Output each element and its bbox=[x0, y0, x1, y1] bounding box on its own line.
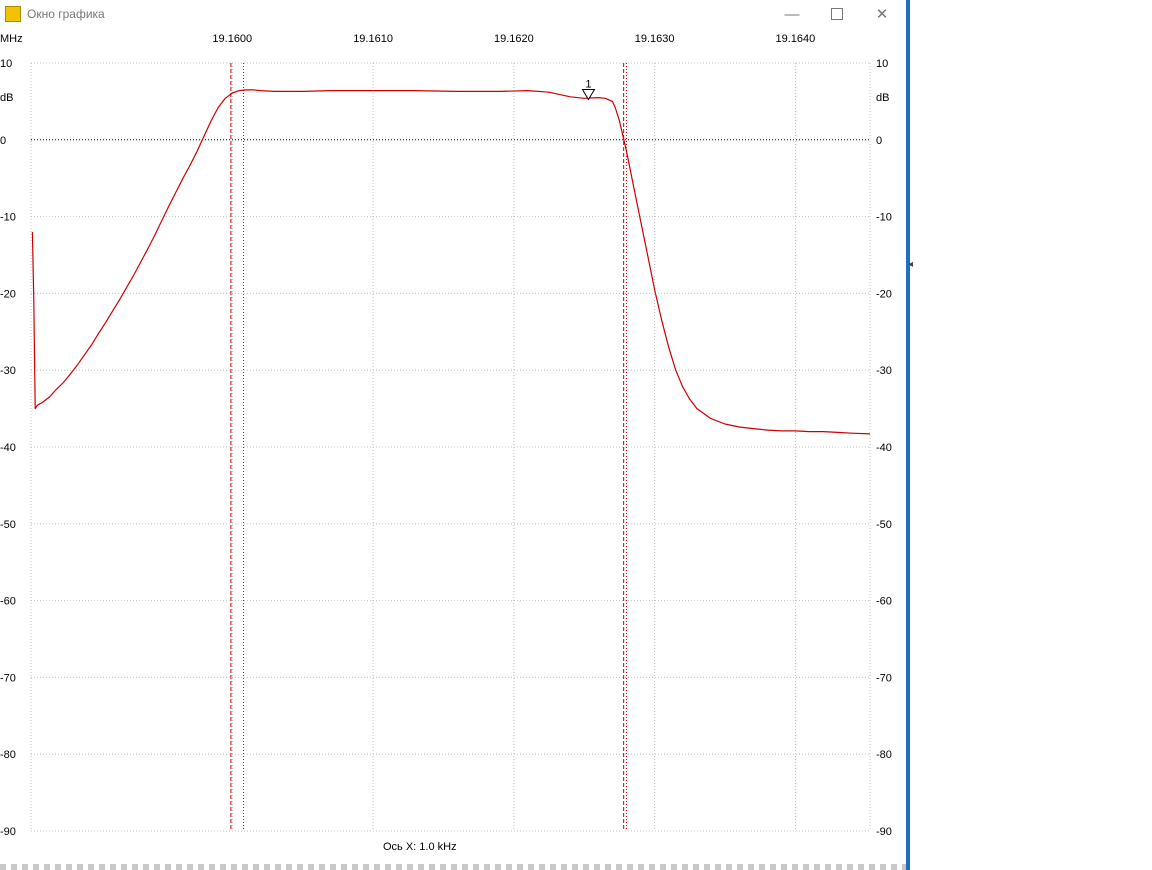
window-border bbox=[906, 0, 910, 870]
y-tick-label-left: -30 bbox=[0, 365, 16, 377]
y-tick-label-right: -20 bbox=[876, 288, 892, 300]
x-tick-label: 19.1640 bbox=[776, 33, 816, 45]
y-unit-label-left: dB bbox=[0, 92, 13, 104]
y-tick-label-left: -50 bbox=[0, 519, 16, 531]
response-trace bbox=[31, 89, 871, 435]
y-tick-label-left: -90 bbox=[0, 826, 16, 838]
y-tick-label-left: 0 bbox=[0, 135, 6, 147]
y-tick-label-right: -70 bbox=[876, 672, 892, 684]
marker-layer: 1 bbox=[581, 79, 596, 101]
axis-labels: MHz dB dB 10 10 0 0 -10 -10 -20 -20 -30 -30 -40 -40… bbox=[0, 33, 892, 838]
x-tick-label: 19.1620 bbox=[494, 33, 534, 45]
trace-layer bbox=[31, 89, 871, 435]
y-tick-label-right: -60 bbox=[876, 596, 892, 608]
cursor-lines bbox=[230, 63, 627, 831]
y-unit-label-right: dB bbox=[876, 92, 889, 104]
y-tick-label-right: -50 bbox=[876, 519, 892, 531]
y-tick-label-left: -10 bbox=[0, 212, 16, 224]
bottom-strip bbox=[0, 864, 906, 870]
x-unit-label: MHz bbox=[0, 33, 23, 45]
y-tick-label-right: -40 bbox=[876, 442, 892, 454]
marker-label: 1 bbox=[585, 79, 591, 91]
y-tick-label-left: -40 bbox=[0, 442, 16, 454]
grid bbox=[30, 62, 871, 832]
y-tick-label-right: 10 bbox=[876, 58, 888, 70]
x-tick-label: 19.1630 bbox=[635, 33, 675, 45]
y-tick-label-right: -80 bbox=[876, 749, 892, 761]
edge-arrow-icon: ◂ bbox=[908, 259, 914, 270]
x-tick-label: 19.1600 bbox=[212, 33, 252, 45]
y-tick-label-right: -10 bbox=[876, 212, 892, 224]
y-tick-label-left: -80 bbox=[0, 749, 16, 761]
y-tick-label-left: 10 bbox=[0, 58, 12, 70]
y-tick-label-right: 0 bbox=[876, 135, 882, 147]
y-tick-label-right: -30 bbox=[876, 365, 892, 377]
y-tick-label-left: -70 bbox=[0, 672, 16, 684]
y-tick-label-right: -90 bbox=[876, 826, 892, 838]
y-tick-label-left: -60 bbox=[0, 596, 16, 608]
graph-window: Окно графика — ✕ 1 MHz dB dB 10 10 0 0 -10 -1… bbox=[0, 0, 908, 870]
x-axis-caption: Ось X: 1.0 kHz bbox=[383, 841, 457, 853]
y-tick-label-left: -20 bbox=[0, 288, 16, 300]
x-tick-label: 19.1610 bbox=[353, 33, 393, 45]
frequency-response-chart: 1 MHz dB dB 10 10 0 0 -10 -10 -20 -20 -30 -30 -40 -… bbox=[0, 33, 892, 838]
